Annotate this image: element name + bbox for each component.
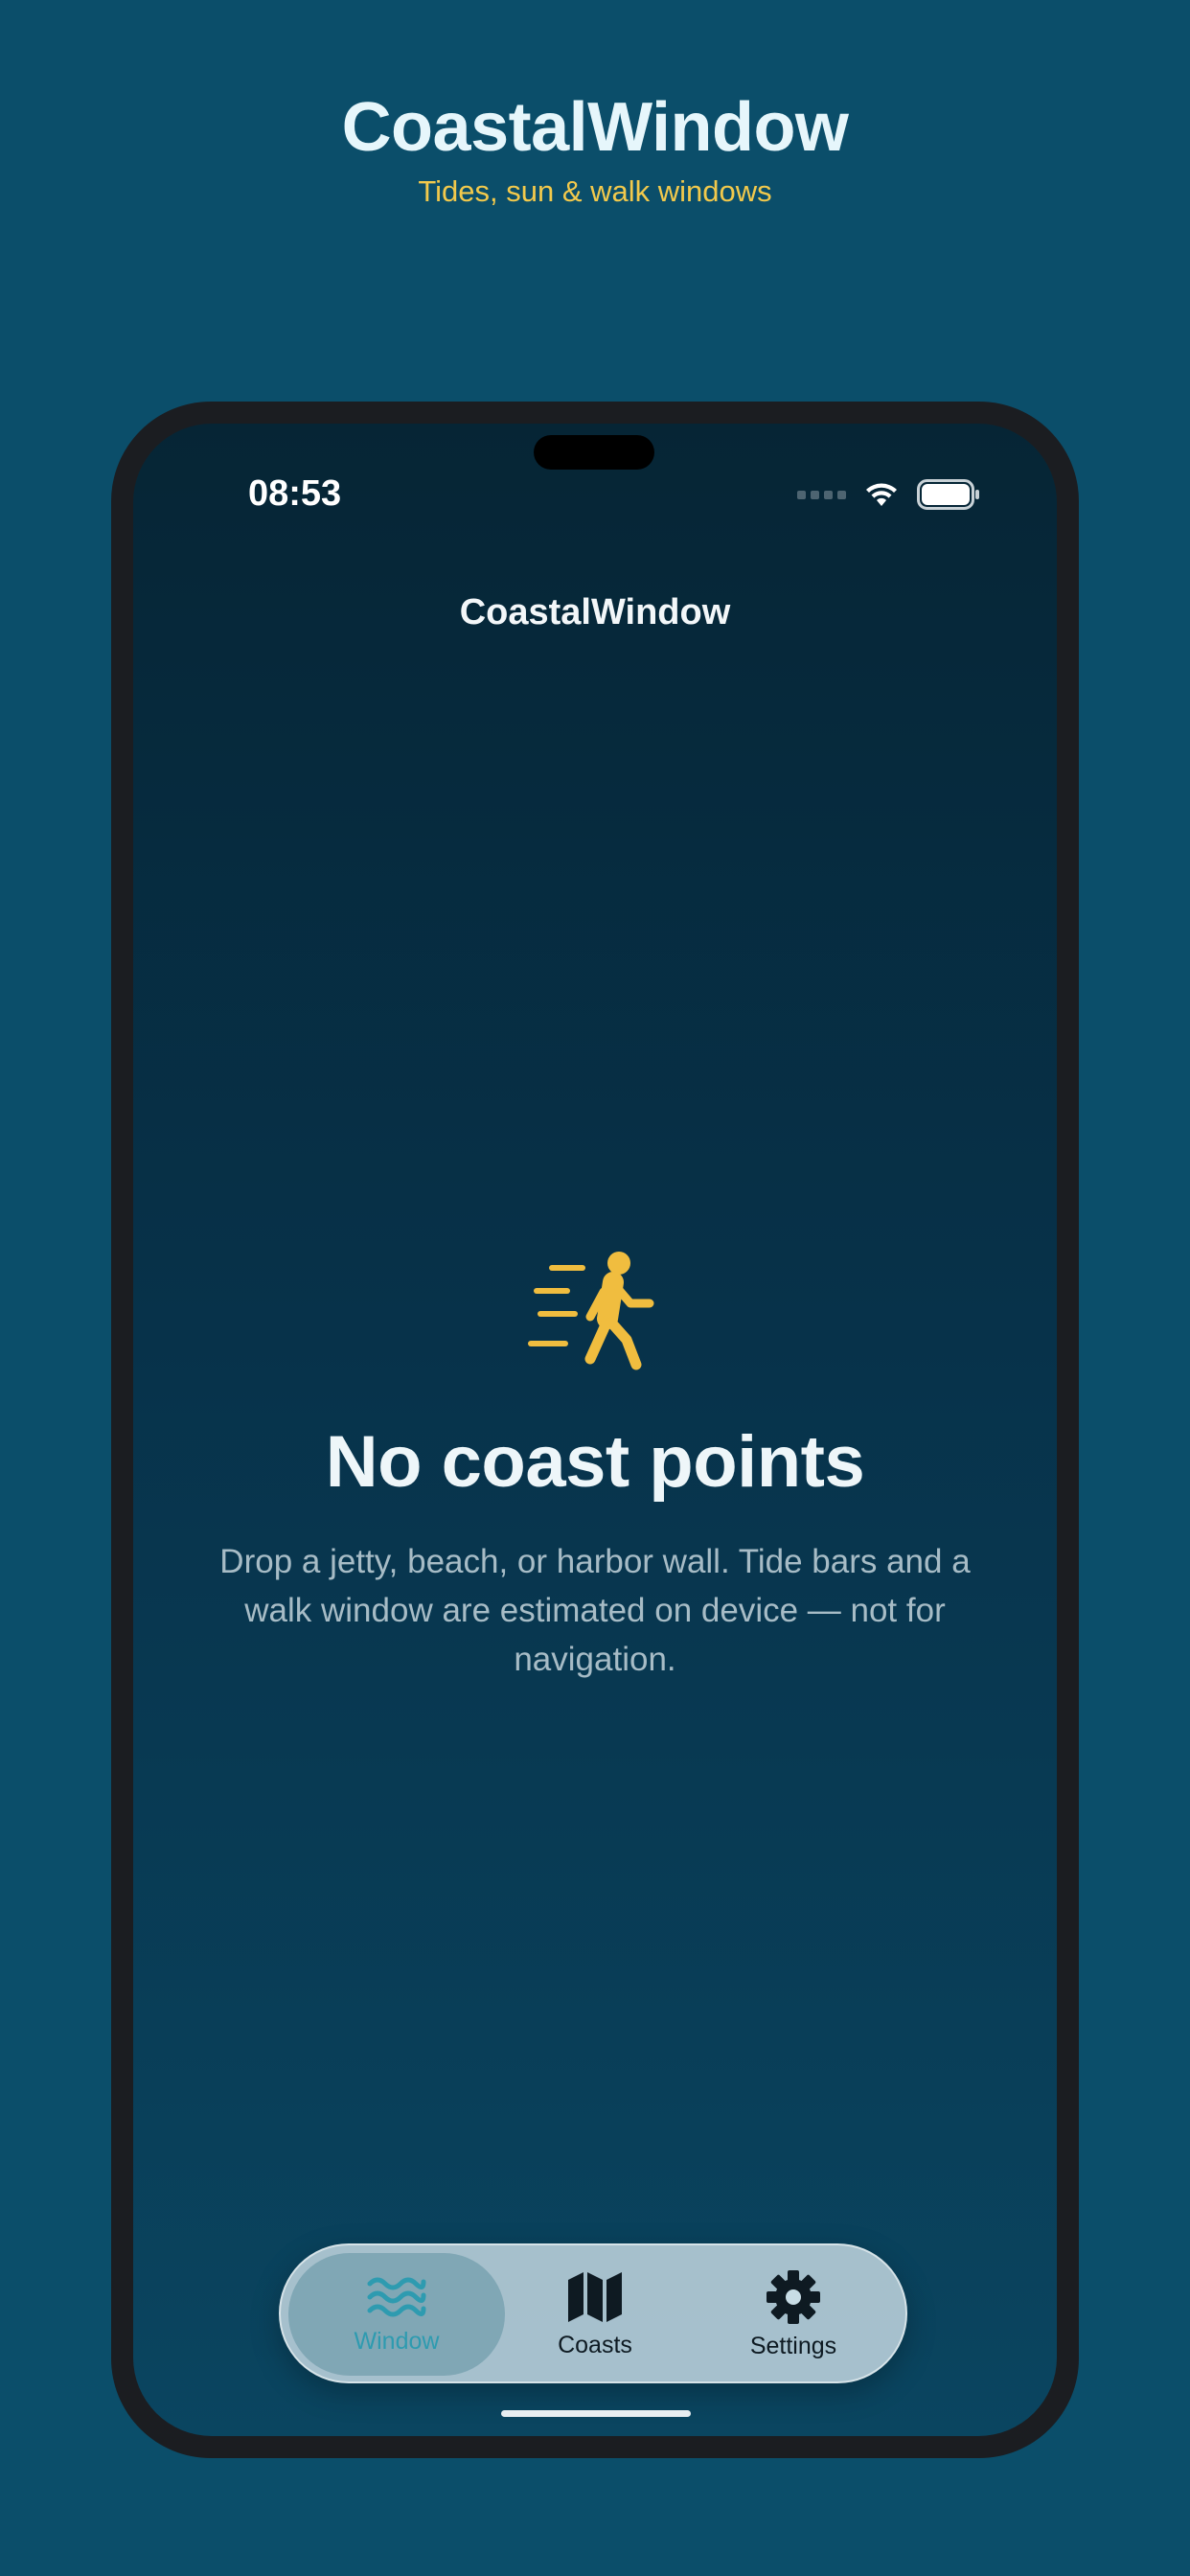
gear-icon bbox=[767, 2269, 820, 2324]
wifi-icon bbox=[866, 483, 897, 506]
promo-page: CoastalWindow Tides, sun & walk windows … bbox=[0, 0, 1190, 2576]
tab-window[interactable]: Window bbox=[288, 2253, 505, 2376]
battery-icon bbox=[917, 479, 979, 510]
cellular-signal-icon bbox=[797, 490, 846, 499]
empty-state-body: Drop a jetty, beach, or harbor wall. Tid… bbox=[219, 1543, 971, 1678]
tab-coasts-label: Coasts bbox=[558, 2331, 632, 2358]
phone-screen: 08:53 CoastalWindow No coast points Drop… bbox=[133, 424, 1057, 2436]
dynamic-island bbox=[534, 435, 654, 470]
walking-figure-icon bbox=[528, 1252, 654, 1370]
empty-state-title: No coast points bbox=[325, 1421, 865, 1503]
home-indicator[interactable] bbox=[501, 2410, 691, 2417]
phone-frame: 08:53 CoastalWindow No coast points Drop… bbox=[111, 402, 1079, 2458]
tab-coasts[interactable]: Coasts bbox=[487, 2253, 703, 2376]
nav-title: CoastalWindow bbox=[459, 592, 731, 632]
app-title: CoastalWindow bbox=[341, 89, 849, 166]
map-icon bbox=[568, 2271, 622, 2322]
tab-settings-label: Settings bbox=[749, 2332, 837, 2359]
app-tagline: Tides, sun & walk windows bbox=[418, 174, 772, 208]
waves-icon bbox=[367, 2277, 426, 2316]
status-time: 08:53 bbox=[248, 473, 342, 514]
tab-window-label: Window bbox=[354, 2327, 440, 2355]
status-icons bbox=[797, 477, 980, 512]
tab-settings[interactable]: Settings bbox=[685, 2253, 902, 2376]
tab-bar: Window Coasts Settings bbox=[279, 2243, 907, 2383]
